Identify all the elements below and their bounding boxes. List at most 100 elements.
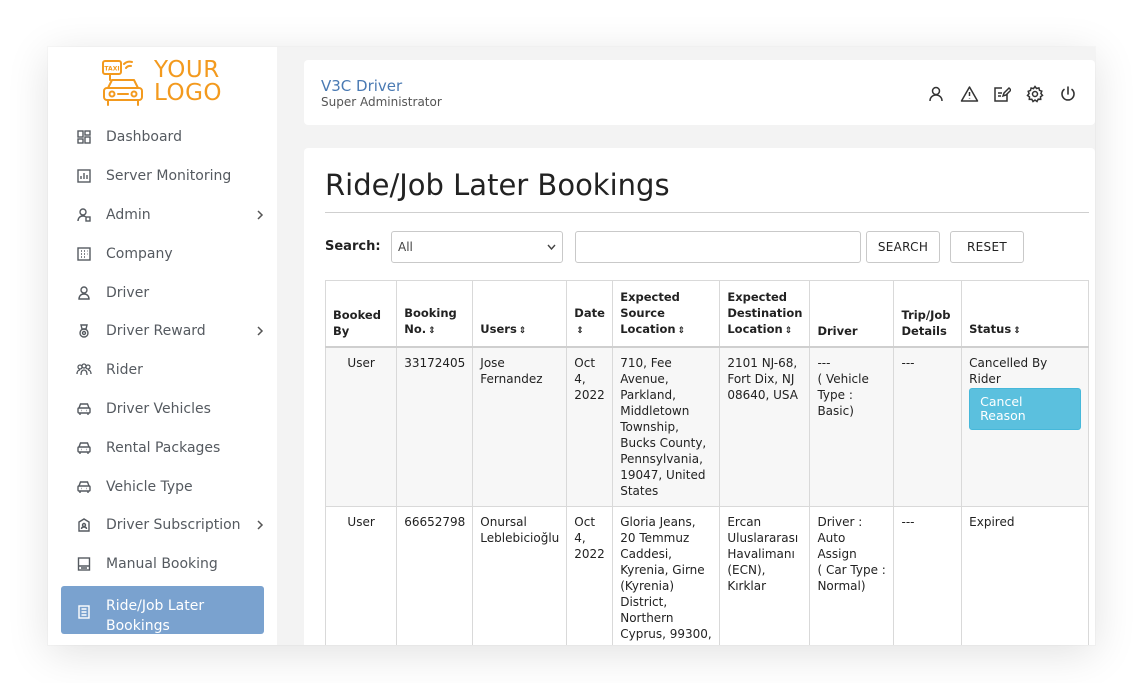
cell-source: 710, Fee Avenue, Parkland, Middletown To… [612, 346, 721, 507]
logo-line-2: LOGO [154, 80, 223, 106]
column-header-date[interactable]: Date ⇕ [566, 280, 614, 348]
header-actions [926, 84, 1078, 104]
search-button[interactable]: SEARCH [866, 231, 940, 263]
settings-icon[interactable] [1025, 84, 1045, 104]
sidebar-item-label: Vehicle Type [106, 478, 193, 495]
sort-icon[interactable]: ⇕ [678, 326, 686, 336]
cell-booked-by: User [324, 346, 398, 507]
sidebar-item-label: Driver [106, 284, 150, 301]
booking-icon [76, 556, 92, 572]
sidebar-item-rental-packages[interactable]: Rental Packages [61, 428, 264, 467]
column-header-status[interactable]: Status ⇕ [961, 280, 1089, 348]
search-filter-select[interactable]: All [391, 231, 563, 263]
subscription-icon [76, 517, 92, 533]
reset-button[interactable]: RESET [950, 231, 1024, 263]
sidebar: TAXI YOUR LOGO Dashboard Server Monitori… [48, 47, 277, 645]
sidebar-item-driver[interactable]: Driver [61, 273, 264, 312]
driver-name: --- [817, 356, 831, 370]
bar-chart-icon [76, 168, 92, 184]
sidebar-item-label: Company [106, 245, 173, 262]
cell-source: Gloria Jeans, 20 Temmuz Caddesi, Kyrenia… [612, 506, 721, 645]
sidebar-item-dashboard[interactable]: Dashboard [61, 118, 264, 157]
sidebar-item-company[interactable]: Company [61, 234, 264, 273]
sidebar-item-driver-subscription[interactable]: Driver Subscription [61, 506, 264, 545]
chevron-right-icon [257, 326, 264, 336]
sidebar-item-label: Dashboard [106, 129, 182, 146]
chevron-right-icon [257, 210, 264, 220]
sort-icon[interactable]: ⇕ [576, 326, 584, 336]
car-icon [76, 401, 92, 417]
main-content: Ride/Job Later Bookings Search: All SEAR… [304, 148, 1095, 645]
column-header-booking-no[interactable]: Booking No. ⇕ [396, 280, 474, 348]
cell-status: Expired [961, 506, 1089, 645]
column-header-users[interactable]: Users ⇕ [472, 280, 568, 348]
sidebar-item-label: Manual Booking [106, 556, 218, 573]
cell-booking-no: 66652798 [396, 506, 474, 645]
sidebar-item-label: Driver Reward [106, 323, 206, 340]
building-icon [76, 246, 92, 262]
cell-destination: 2101 NJ-68, Fort Dix, NJ 08640, USA [719, 346, 811, 507]
sidebar-item-admin[interactable]: Admin [61, 196, 264, 235]
sort-icon[interactable]: ⇕ [428, 326, 436, 336]
logo-line-1: YOUR [154, 57, 220, 83]
cell-trip-details: --- [893, 346, 963, 507]
company-logo[interactable]: TAXI YOUR LOGO [100, 58, 226, 108]
cell-booked-by: User [324, 506, 398, 645]
driver-name: Driver : Auto Assign [817, 515, 863, 561]
status-text: Expired [969, 515, 1015, 529]
column-header-source[interactable]: Expected Source Location ⇕ [612, 280, 721, 348]
table-header-row: Booked By Booking No. ⇕ Users ⇕ Date ⇕ Expe… [324, 280, 1089, 348]
cell-date: Oct 4, 2022 [566, 346, 614, 507]
list-icon [76, 604, 92, 620]
sidebar-item-label: Server Monitoring [106, 168, 232, 185]
sort-icon[interactable]: ⇕ [1013, 326, 1021, 336]
search-filter-value: All [398, 240, 413, 254]
bookings-table: Booked By Booking No. ⇕ Users ⇕ Date ⇕ Expe… [324, 280, 1089, 645]
chevron-right-icon [257, 520, 264, 530]
column-header-booked-by: Booked By [324, 280, 398, 348]
driver-car-type: ( Car Type : Normal) [817, 563, 886, 593]
car-icon [76, 479, 92, 495]
sidebar-item-driver-reward[interactable]: Driver Reward [61, 312, 264, 351]
cell-user: Jose Fernandez [472, 346, 568, 507]
column-header-trip-details: Trip/Job Details [893, 280, 963, 348]
user-role: Super Administrator [321, 95, 442, 109]
alert-icon[interactable] [959, 84, 979, 104]
car-icon [76, 440, 92, 456]
search-input[interactable] [575, 231, 861, 263]
cell-destination: Ercan Uluslararası Havalimanı (ECN), Kır… [719, 506, 811, 645]
cancel-reason-button[interactable]: Cancel Reason [969, 388, 1081, 430]
cell-trip-details: --- [893, 506, 963, 645]
cell-user: Onursal Leblebicioğlu [472, 506, 568, 645]
table-row: User 66652798 Onursal Leblebicioğlu Oct … [324, 506, 1089, 645]
driver-icon [76, 285, 92, 301]
page-title: Ride/Job Later Bookings [325, 168, 670, 202]
column-header-driver: Driver [809, 280, 895, 348]
admin-user-icon [76, 207, 92, 223]
search-label: Search: [325, 239, 381, 254]
sidebar-item-manual-booking[interactable]: Manual Booking [61, 545, 264, 584]
column-header-destination[interactable]: Expected Destination Location ⇕ [719, 280, 811, 348]
logo-text: YOUR LOGO [154, 59, 222, 105]
driver-vehicle-type: ( Vehicle Type : Basic) [817, 372, 869, 418]
sidebar-item-server-monitoring[interactable]: Server Monitoring [61, 157, 264, 196]
chevron-down-icon [547, 244, 556, 250]
cell-driver: --- ( Vehicle Type : Basic) [809, 346, 895, 507]
power-icon[interactable] [1058, 84, 1078, 104]
sidebar-item-label: Rental Packages [106, 439, 221, 456]
user-icon[interactable] [926, 84, 946, 104]
sidebar-item-ride-job-later-bookings[interactable]: Ride/Job Later Bookings [61, 585, 264, 634]
sidebar-item-driver-vehicles[interactable]: Driver Vehicles [61, 390, 264, 429]
taxi-logo-icon: TAXI [102, 60, 143, 106]
edit-icon[interactable] [992, 84, 1012, 104]
cell-booking-no: 33172405 [396, 346, 474, 507]
dashboard-icon [76, 129, 92, 145]
sort-icon[interactable]: ⇕ [519, 326, 527, 336]
status-text: Cancelled By Rider [969, 356, 1048, 386]
sidebar-item-vehicle-type[interactable]: Vehicle Type [61, 467, 264, 506]
app-title: V3C Driver [321, 77, 403, 95]
sidebar-item-label: Driver Subscription [106, 517, 241, 534]
sort-icon[interactable]: ⇕ [785, 326, 793, 336]
sidebar-item-rider[interactable]: Rider [61, 351, 264, 390]
table-row: User 33172405 Jose Fernandez Oct 4, 2022… [324, 346, 1089, 507]
